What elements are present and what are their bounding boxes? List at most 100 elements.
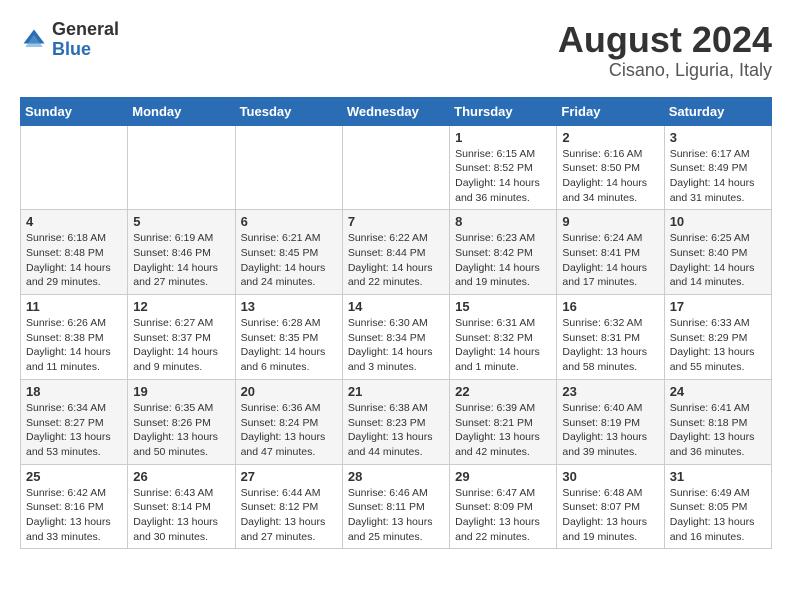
day-number: 15 <box>455 299 551 314</box>
day-info: Sunrise: 6:46 AM Sunset: 8:11 PM Dayligh… <box>348 486 444 545</box>
day-info: Sunrise: 6:40 AM Sunset: 8:19 PM Dayligh… <box>562 401 658 460</box>
day-info: Sunrise: 6:47 AM Sunset: 8:09 PM Dayligh… <box>455 486 551 545</box>
day-number: 6 <box>241 214 337 229</box>
logo-blue: Blue <box>52 40 119 60</box>
day-number: 26 <box>133 469 229 484</box>
calendar-day-cell: 22 Sunrise: 6:39 AM Sunset: 8:21 PM Dayli… <box>450 379 557 464</box>
weekday-header: Sunday <box>21 97 128 125</box>
logo-text: General Blue <box>52 20 119 60</box>
day-info: Sunrise: 6:19 AM Sunset: 8:46 PM Dayligh… <box>133 231 229 290</box>
day-info: Sunrise: 6:32 AM Sunset: 8:31 PM Dayligh… <box>562 316 658 375</box>
day-info: Sunrise: 6:24 AM Sunset: 8:41 PM Dayligh… <box>562 231 658 290</box>
calendar-day-cell: 19 Sunrise: 6:35 AM Sunset: 8:26 PM Dayli… <box>128 379 235 464</box>
calendar-day-cell: 18Sunrise: 6:34 AM Sunset: 8:27 PM Dayli… <box>21 379 128 464</box>
day-number: 29 <box>455 469 551 484</box>
day-info: Sunrise: 6:34 AM Sunset: 8:27 PM Dayligh… <box>26 401 122 460</box>
calendar-week-row: 11 Sunrise: 6:26 AM Sunset: 8:38 PM Dayli… <box>21 295 772 380</box>
weekday-header: Saturday <box>664 97 771 125</box>
page-header: General Blue August 2024 Cisano, Liguria… <box>20 20 772 81</box>
day-info: Sunrise: 6:25 AM Sunset: 8:40 PM Dayligh… <box>670 231 766 290</box>
day-number: 17 <box>670 299 766 314</box>
calendar-header-row: SundayMondayTuesdayWednesdayThursdayFrid… <box>21 97 772 125</box>
day-info: Sunrise: 6:27 AM Sunset: 8:37 PM Dayligh… <box>133 316 229 375</box>
day-number: 2 <box>562 130 658 145</box>
calendar-day-cell: 15Sunrise: 6:31 AM Sunset: 8:32 PM Dayli… <box>450 295 557 380</box>
calendar-day-cell: 17 Sunrise: 6:33 AM Sunset: 8:29 PM Dayli… <box>664 295 771 380</box>
weekday-header: Monday <box>128 97 235 125</box>
calendar-day-cell: 8 Sunrise: 6:23 AM Sunset: 8:42 PM Daylig… <box>450 210 557 295</box>
calendar-day-cell: 30 Sunrise: 6:48 AM Sunset: 8:07 PM Dayli… <box>557 464 664 549</box>
day-info: Sunrise: 6:16 AM Sunset: 8:50 PM Dayligh… <box>562 147 658 206</box>
calendar-week-row: 4 Sunrise: 6:18 AM Sunset: 8:48 PM Daylig… <box>21 210 772 295</box>
calendar-table: SundayMondayTuesdayWednesdayThursdayFrid… <box>20 97 772 550</box>
location-subtitle: Cisano, Liguria, Italy <box>558 60 772 81</box>
calendar-day-cell: 4 Sunrise: 6:18 AM Sunset: 8:48 PM Daylig… <box>21 210 128 295</box>
calendar-day-cell: 25Sunrise: 6:42 AM Sunset: 8:16 PM Dayli… <box>21 464 128 549</box>
calendar-day-cell <box>235 125 342 210</box>
day-info: Sunrise: 6:44 AM Sunset: 8:12 PM Dayligh… <box>241 486 337 545</box>
day-number: 10 <box>670 214 766 229</box>
calendar-day-cell: 27 Sunrise: 6:44 AM Sunset: 8:12 PM Dayli… <box>235 464 342 549</box>
calendar-day-cell: 16 Sunrise: 6:32 AM Sunset: 8:31 PM Dayli… <box>557 295 664 380</box>
calendar-week-row: 1Sunrise: 6:15 AM Sunset: 8:52 PM Daylig… <box>21 125 772 210</box>
day-info: Sunrise: 6:39 AM Sunset: 8:21 PM Dayligh… <box>455 401 551 460</box>
calendar-day-cell: 20 Sunrise: 6:36 AM Sunset: 8:24 PM Dayli… <box>235 379 342 464</box>
weekday-header: Thursday <box>450 97 557 125</box>
month-title: August 2024 <box>558 20 772 60</box>
day-info: Sunrise: 6:38 AM Sunset: 8:23 PM Dayligh… <box>348 401 444 460</box>
weekday-header: Tuesday <box>235 97 342 125</box>
day-number: 27 <box>241 469 337 484</box>
calendar-day-cell: 5 Sunrise: 6:19 AM Sunset: 8:46 PM Daylig… <box>128 210 235 295</box>
day-number: 11 <box>26 299 122 314</box>
calendar-day-cell: 24Sunrise: 6:41 AM Sunset: 8:18 PM Dayli… <box>664 379 771 464</box>
calendar-day-cell <box>21 125 128 210</box>
day-number: 19 <box>133 384 229 399</box>
day-number: 8 <box>455 214 551 229</box>
day-info: Sunrise: 6:42 AM Sunset: 8:16 PM Dayligh… <box>26 486 122 545</box>
calendar-day-cell: 12Sunrise: 6:27 AM Sunset: 8:37 PM Dayli… <box>128 295 235 380</box>
day-number: 30 <box>562 469 658 484</box>
day-number: 16 <box>562 299 658 314</box>
logo: General Blue <box>20 20 119 60</box>
calendar-week-row: 18Sunrise: 6:34 AM Sunset: 8:27 PM Dayli… <box>21 379 772 464</box>
day-info: Sunrise: 6:26 AM Sunset: 8:38 PM Dayligh… <box>26 316 122 375</box>
day-number: 5 <box>133 214 229 229</box>
day-info: Sunrise: 6:22 AM Sunset: 8:44 PM Dayligh… <box>348 231 444 290</box>
calendar-day-cell: 21 Sunrise: 6:38 AM Sunset: 8:23 PM Dayli… <box>342 379 449 464</box>
day-info: Sunrise: 6:21 AM Sunset: 8:45 PM Dayligh… <box>241 231 337 290</box>
day-info: Sunrise: 6:49 AM Sunset: 8:05 PM Dayligh… <box>670 486 766 545</box>
calendar-day-cell: 7Sunrise: 6:22 AM Sunset: 8:44 PM Daylig… <box>342 210 449 295</box>
title-block: August 2024 Cisano, Liguria, Italy <box>558 20 772 81</box>
day-info: Sunrise: 6:17 AM Sunset: 8:49 PM Dayligh… <box>670 147 766 206</box>
day-number: 4 <box>26 214 122 229</box>
day-info: Sunrise: 6:28 AM Sunset: 8:35 PM Dayligh… <box>241 316 337 375</box>
calendar-day-cell: 1Sunrise: 6:15 AM Sunset: 8:52 PM Daylig… <box>450 125 557 210</box>
day-number: 21 <box>348 384 444 399</box>
day-info: Sunrise: 6:33 AM Sunset: 8:29 PM Dayligh… <box>670 316 766 375</box>
day-info: Sunrise: 6:23 AM Sunset: 8:42 PM Dayligh… <box>455 231 551 290</box>
day-number: 20 <box>241 384 337 399</box>
day-number: 3 <box>670 130 766 145</box>
day-number: 23 <box>562 384 658 399</box>
calendar-day-cell: 6 Sunrise: 6:21 AM Sunset: 8:45 PM Daylig… <box>235 210 342 295</box>
day-info: Sunrise: 6:43 AM Sunset: 8:14 PM Dayligh… <box>133 486 229 545</box>
calendar-day-cell: 11 Sunrise: 6:26 AM Sunset: 8:38 PM Dayli… <box>21 295 128 380</box>
calendar-day-cell: 13Sunrise: 6:28 AM Sunset: 8:35 PM Dayli… <box>235 295 342 380</box>
day-number: 14 <box>348 299 444 314</box>
calendar-day-cell: 10 Sunrise: 6:25 AM Sunset: 8:40 PM Dayli… <box>664 210 771 295</box>
day-info: Sunrise: 6:48 AM Sunset: 8:07 PM Dayligh… <box>562 486 658 545</box>
day-number: 22 <box>455 384 551 399</box>
calendar-day-cell: 3 Sunrise: 6:17 AM Sunset: 8:49 PM Daylig… <box>664 125 771 210</box>
calendar-day-cell: 23 Sunrise: 6:40 AM Sunset: 8:19 PM Dayli… <box>557 379 664 464</box>
calendar-day-cell: 29 Sunrise: 6:47 AM Sunset: 8:09 PM Dayli… <box>450 464 557 549</box>
day-info: Sunrise: 6:18 AM Sunset: 8:48 PM Dayligh… <box>26 231 122 290</box>
calendar-day-cell <box>342 125 449 210</box>
day-number: 24 <box>670 384 766 399</box>
day-info: Sunrise: 6:30 AM Sunset: 8:34 PM Dayligh… <box>348 316 444 375</box>
weekday-header: Wednesday <box>342 97 449 125</box>
logo-icon <box>20 26 48 54</box>
calendar-week-row: 25Sunrise: 6:42 AM Sunset: 8:16 PM Dayli… <box>21 464 772 549</box>
calendar-day-cell: 9Sunrise: 6:24 AM Sunset: 8:41 PM Daylig… <box>557 210 664 295</box>
day-info: Sunrise: 6:36 AM Sunset: 8:24 PM Dayligh… <box>241 401 337 460</box>
day-info: Sunrise: 6:35 AM Sunset: 8:26 PM Dayligh… <box>133 401 229 460</box>
